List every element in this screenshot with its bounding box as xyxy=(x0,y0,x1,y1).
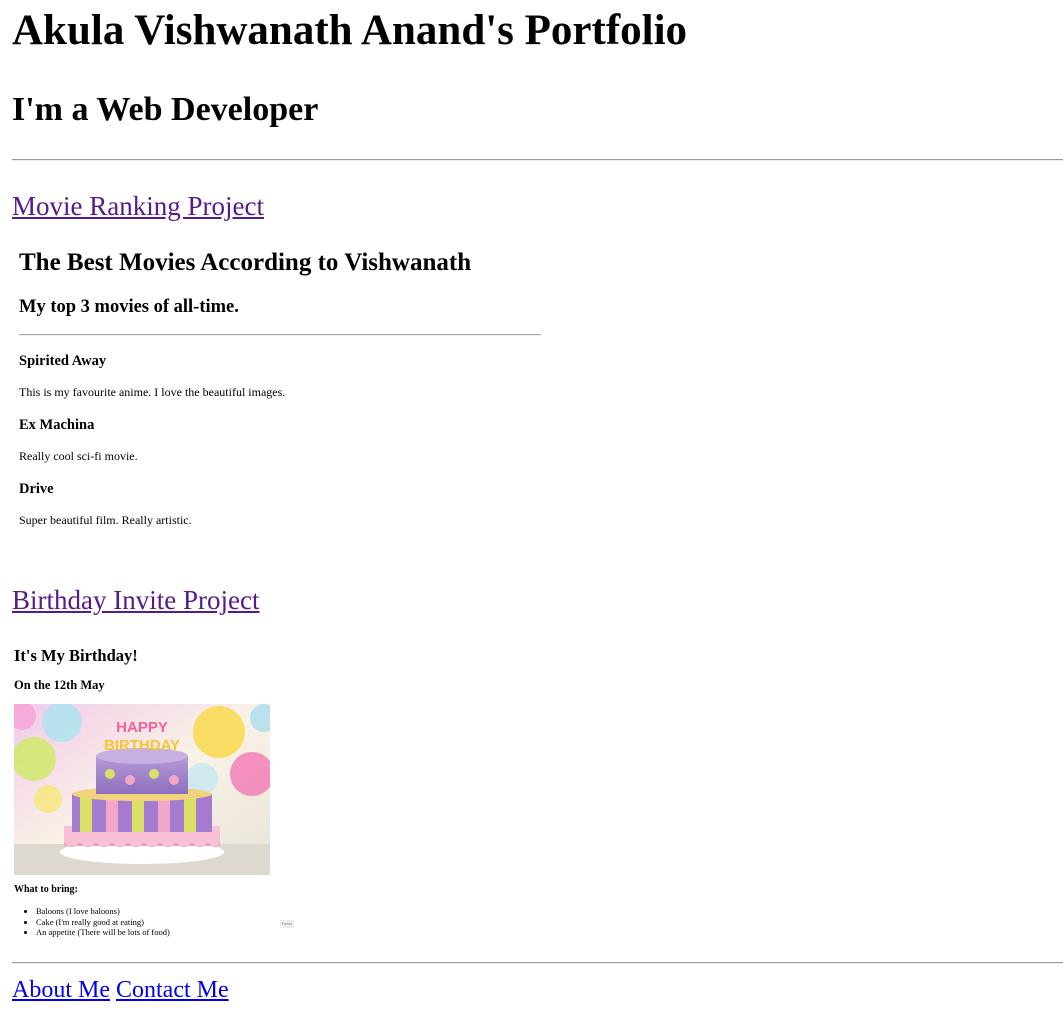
movie-description: Super beautiful film. Really artistic. xyxy=(19,513,192,527)
about-me-link[interactable]: About Me xyxy=(12,976,110,1004)
corner-tag: Forms xyxy=(280,920,294,928)
svg-text:BIRTHDAY: BIRTHDAY xyxy=(104,737,180,754)
birthday-project-preview: It's My Birthday! On the 12th May HAPPY … xyxy=(12,640,312,945)
movie-title: Drive xyxy=(19,481,54,497)
movie-item: Ex Machina Really cool sci-fi movie. xyxy=(19,416,539,464)
birthday-invite-project-link[interactable]: Birthday Invite Project xyxy=(12,584,259,616)
birthday-cake-image: HAPPY BIRTHDAY xyxy=(14,704,270,875)
movie-page-heading: The Best Movies According to Vishwanath xyxy=(19,249,472,276)
movie-description: Really cool sci-fi movie. xyxy=(19,449,138,463)
movie-title: Spirited Away xyxy=(19,353,107,369)
birthday-date: On the 12th May xyxy=(14,678,105,692)
what-to-bring-heading: What to bring: xyxy=(14,884,78,895)
contact-me-link[interactable]: Contact Me xyxy=(116,976,229,1004)
divider-bottom xyxy=(12,962,1063,964)
movie-divider xyxy=(19,334,541,336)
birthday-heading: It's My Birthday! xyxy=(14,646,138,665)
bring-list-item: Cake (I'm really good at eating) xyxy=(36,917,170,928)
movie-page-subheading: My top 3 movies of all-time. xyxy=(19,297,239,317)
svg-text:HAPPY: HAPPY xyxy=(116,719,168,736)
movie-project-preview: The Best Movies According to Vishwanath … xyxy=(12,236,552,546)
divider-top xyxy=(12,159,1063,161)
page-subtitle: I'm a Web Developer xyxy=(12,91,319,128)
movie-ranking-project-link[interactable]: Movie Ranking Project xyxy=(12,190,264,222)
movie-item: Drive Super beautiful film. Really artis… xyxy=(19,480,539,528)
page-title: Akula Vishwanath Anand's Portfolio xyxy=(12,7,688,54)
movie-item: Spirited Away This is my favourite anime… xyxy=(19,352,539,400)
movie-description: This is my favourite anime. I love the b… xyxy=(19,385,286,399)
bring-list: Baloons (I love baloons) Cake (I'm reall… xyxy=(26,906,170,938)
bring-list-item: Baloons (I love baloons) xyxy=(36,906,170,917)
movie-title: Ex Machina xyxy=(19,417,95,433)
bring-list-item: An appetite (There will be lots of food) xyxy=(36,927,170,938)
movie-list: Spirited Away This is my favourite anime… xyxy=(19,352,539,544)
